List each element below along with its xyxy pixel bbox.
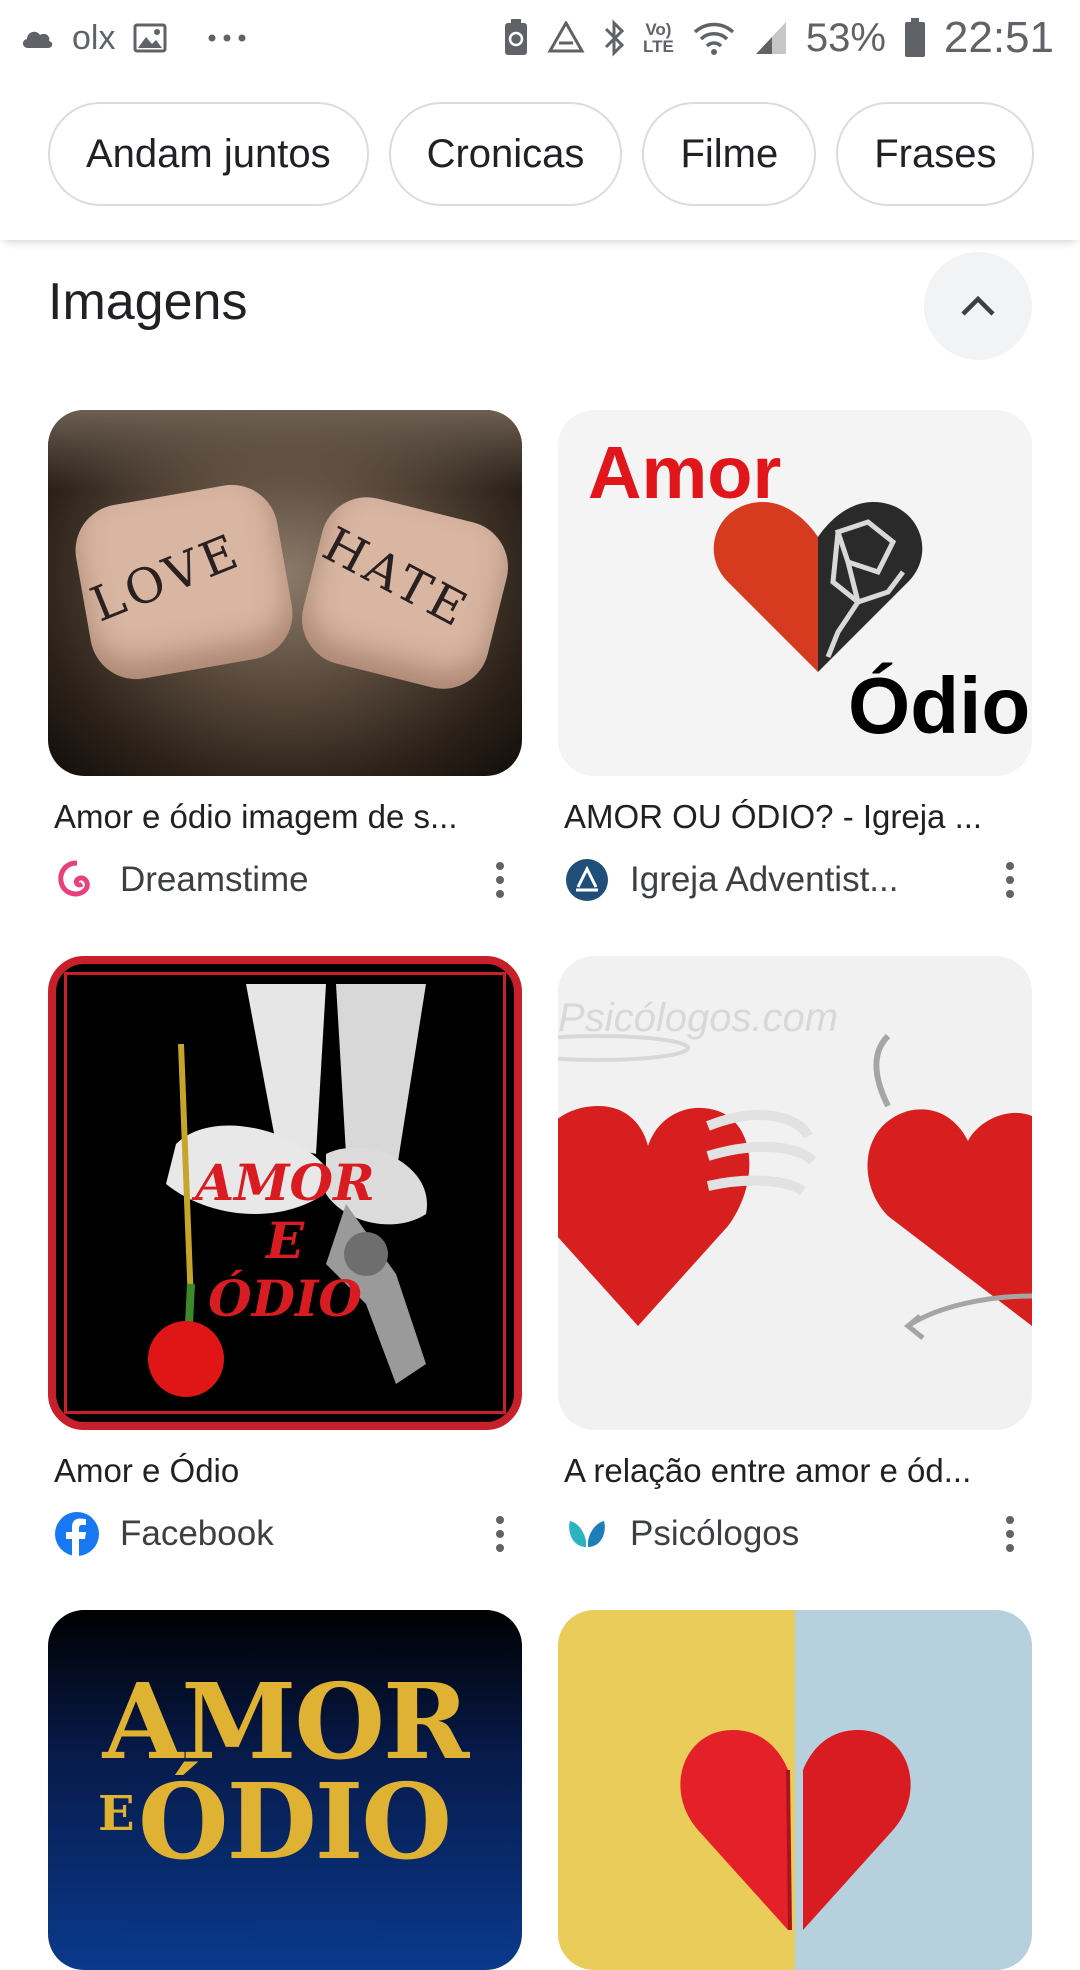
image-thumbnail[interactable]: AMOR E ÓDIO bbox=[48, 1610, 522, 1970]
chip-andam-juntos[interactable]: Andam juntos bbox=[48, 102, 369, 206]
image-text-amor: AMOR bbox=[102, 1660, 470, 1783]
image-text-e: E bbox=[265, 1211, 305, 1270]
image-text-odio: Ódio bbox=[848, 661, 1031, 750]
related-chips-bar: Andam juntos Cronicas Filme Frases bbox=[0, 76, 1080, 240]
image-text-odio: ÓDIO bbox=[138, 1760, 452, 1883]
image-result-card[interactable]: Psicólogos.com A relação entre amor e ód… bbox=[558, 956, 1032, 1560]
chevron-up-icon bbox=[958, 293, 998, 319]
cloud-icon bbox=[20, 26, 54, 50]
image-text-amor: AMOR bbox=[195, 1153, 375, 1212]
more-vert-icon[interactable] bbox=[990, 1508, 1030, 1560]
image-icon bbox=[133, 23, 167, 53]
image-result-card[interactable]: AMOR E ÓDIO Amor e Ódio Facebook bbox=[48, 956, 522, 1560]
image-thumbnail[interactable]: Psicólogos.com bbox=[558, 956, 1032, 1430]
more-notifications-icon bbox=[207, 33, 247, 43]
image-thumbnail[interactable]: AMOR E ÓDIO bbox=[48, 956, 522, 1430]
image-result-card[interactable]: Amor Ódio AMOR OU ÓDIO? - Igreja ... Igr… bbox=[558, 410, 1032, 906]
image-text-e: E bbox=[98, 1786, 135, 1842]
chip-filme[interactable]: Filme bbox=[642, 102, 817, 206]
facebook-icon bbox=[54, 1511, 100, 1557]
collapse-button[interactable] bbox=[924, 252, 1032, 360]
wifi-icon bbox=[692, 20, 736, 56]
psicologos-icon bbox=[564, 1511, 610, 1557]
image-result-card[interactable]: LOVE HATE Amor e ódio imagem de s... Dre… bbox=[48, 410, 522, 906]
battery-percent: 53% bbox=[805, 15, 886, 60]
result-title[interactable]: AMOR OU ÓDIO? - Igreja ... bbox=[564, 798, 1024, 836]
recycle-icon bbox=[547, 21, 585, 55]
section-title: Imagens bbox=[48, 273, 248, 331]
chip-cronicas[interactable]: Cronicas bbox=[388, 102, 623, 206]
image-result-card[interactable] bbox=[558, 1610, 1032, 1970]
dreamstime-icon bbox=[54, 857, 100, 903]
chip-frases[interactable]: Frases bbox=[836, 102, 1035, 206]
image-text-odio: ÓDIO bbox=[208, 1269, 362, 1328]
clock: 22:51 bbox=[943, 13, 1054, 62]
result-title[interactable]: Amor e ódio imagem de s... bbox=[54, 798, 514, 836]
more-vert-icon[interactable] bbox=[480, 854, 520, 906]
olx-icon: olx bbox=[72, 18, 116, 57]
image-thumbnail[interactable]: Amor Ódio bbox=[558, 410, 1032, 776]
result-title[interactable]: Amor e Ódio bbox=[54, 1452, 514, 1490]
battery-icon bbox=[904, 18, 926, 58]
more-vert-icon[interactable] bbox=[990, 854, 1030, 906]
image-thumbnail[interactable]: LOVE HATE bbox=[48, 410, 522, 776]
bluetooth-icon bbox=[603, 19, 625, 57]
more-vert-icon[interactable] bbox=[480, 1508, 520, 1560]
result-source[interactable]: Igreja Adventist... bbox=[630, 860, 950, 900]
adventist-church-icon bbox=[564, 857, 610, 903]
status-bar: olx Vo) LTE 53% 22:51 bbox=[0, 0, 1080, 76]
result-source[interactable]: Psicólogos bbox=[630, 1514, 950, 1554]
result-source[interactable]: Dreamstime bbox=[120, 860, 440, 900]
nfc-icon bbox=[503, 19, 529, 57]
image-result-card[interactable]: AMOR E ÓDIO bbox=[48, 1610, 522, 1970]
signal-icon bbox=[754, 20, 788, 56]
image-thumbnail[interactable] bbox=[558, 1610, 1032, 1970]
result-title[interactable]: A relação entre amor e ód... bbox=[564, 1452, 1024, 1490]
result-source[interactable]: Facebook bbox=[120, 1514, 440, 1554]
volte-icon: Vo) LTE bbox=[642, 20, 674, 56]
